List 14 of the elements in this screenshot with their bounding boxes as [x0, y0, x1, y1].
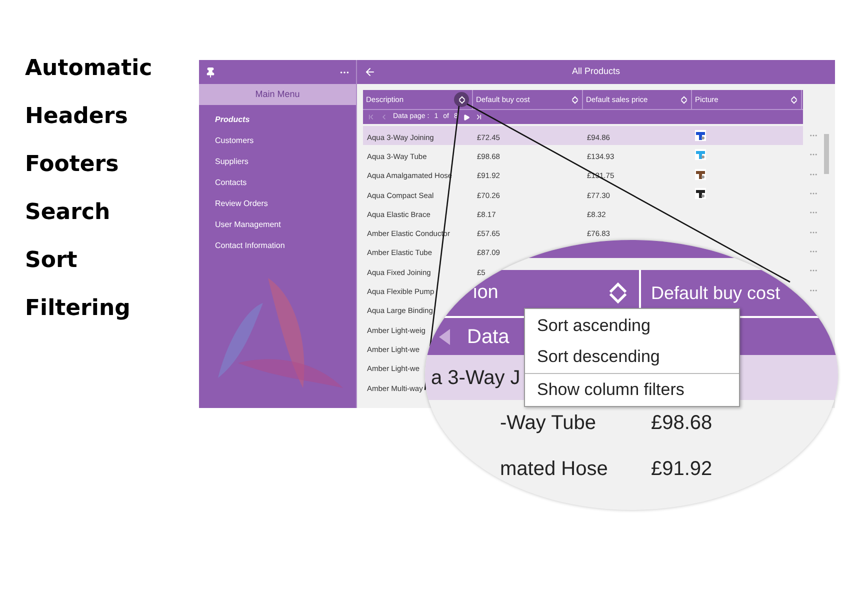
table-cell: £98.68: [651, 412, 712, 434]
pager-label: Data: [467, 324, 510, 350]
menu-title: Main Menu: [199, 84, 356, 105]
table-cell: £91.92: [651, 458, 712, 480]
table-cell: -Way Tube: [500, 412, 596, 434]
feature-label: Sort: [25, 247, 78, 275]
table-cell: a 3-Way J: [431, 366, 520, 388]
feature-label: Search: [25, 199, 112, 227]
feature-label: Filtering: [25, 295, 132, 323]
feature-label: Headers: [25, 103, 129, 131]
page-title: All Products: [570, 65, 622, 78]
feature-label: Footers: [25, 151, 120, 179]
feature-label: Automatic: [25, 55, 154, 83]
table-cell: mated Hose: [500, 458, 608, 480]
